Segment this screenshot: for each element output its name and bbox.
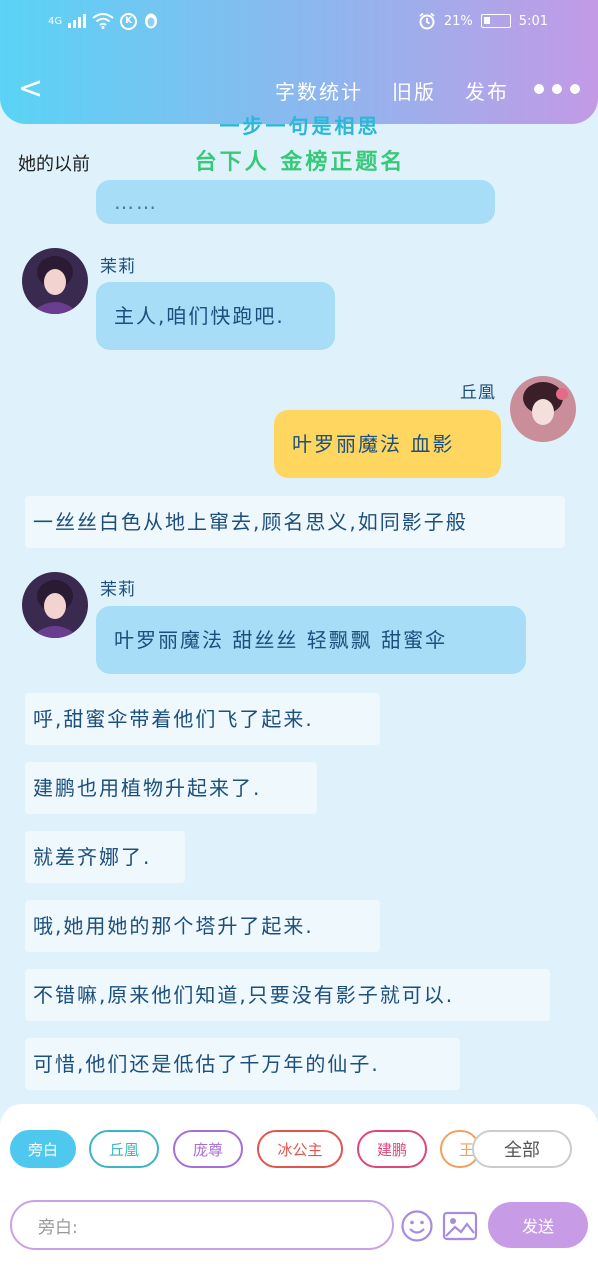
send-button[interactable]: 发送 xyxy=(488,1202,588,1248)
back-button[interactable]: < xyxy=(18,72,46,106)
alarm-icon xyxy=(419,12,435,30)
narration-line[interactable]: 呼,甜蜜伞带着他们飞了起来. xyxy=(25,693,380,745)
role-chip-qiuhuang[interactable]: 丘凰 xyxy=(89,1130,159,1168)
battery-percent: 21% xyxy=(443,13,473,29)
speaker-name: 茉莉 xyxy=(100,580,136,600)
narration-line[interactable]: 不错嘛,原来他们知道,只要没有影子就可以. xyxy=(25,969,550,1021)
battery-icon xyxy=(480,14,511,28)
speaker-name: 丘凰 xyxy=(460,383,496,403)
publish-button[interactable]: 发布 xyxy=(465,76,509,105)
role-chip-bing[interactable]: 冰公主 xyxy=(257,1130,343,1168)
narration-line[interactable]: 建鹏也用植物升起来了. xyxy=(25,762,317,814)
avatar-moli[interactable] xyxy=(22,248,88,314)
emoji-icon[interactable] xyxy=(400,1209,434,1243)
status-bar: 4G K 21% 5:01 xyxy=(0,8,598,38)
old-version-button[interactable]: 旧版 xyxy=(392,76,436,105)
all-roles-button[interactable]: 全部 xyxy=(472,1130,572,1168)
message-bubble[interactable]: 叶罗丽魔法 甜丝丝 轻飘飘 甜蜜伞 xyxy=(96,606,526,674)
more-menu-button[interactable] xyxy=(534,84,580,94)
narration-line[interactable]: 一丝丝白色从地上窜去,顾名思义,如同影子般 xyxy=(25,496,565,548)
avatar-qiuhuang[interactable] xyxy=(510,376,576,442)
message-bubble[interactable]: 叶罗丽魔法 血影 xyxy=(274,410,501,478)
watermark-line2: 台下人 金榜正题名 xyxy=(194,150,406,175)
signal-icon xyxy=(68,14,87,28)
narration-line[interactable]: 哦,她用她的那个塔升了起来. xyxy=(25,900,380,952)
image-icon[interactable] xyxy=(442,1211,478,1241)
narration-line[interactable]: 就差齐娜了. xyxy=(25,831,185,883)
status-left: 4G K xyxy=(48,12,159,30)
message-bubble[interactable]: 主人,咱们快跑吧. xyxy=(96,282,335,350)
role-chip-narrator[interactable]: 旁白 xyxy=(10,1130,76,1168)
role-chip-pangzun[interactable]: 庞尊 xyxy=(173,1130,243,1168)
word-count-button[interactable]: 字数统计 xyxy=(275,76,363,105)
watermark-line1: 一步一句是相思 xyxy=(219,114,381,138)
chapter-title: 她的以前 xyxy=(18,154,90,175)
role-chip-jianpeng[interactable]: 建鹏 xyxy=(357,1130,427,1168)
avatar-moli[interactable] xyxy=(22,572,88,638)
narration-line[interactable]: 可惜,他们还是低估了千万年的仙子. xyxy=(25,1038,460,1090)
clock: 5:01 xyxy=(518,13,548,29)
status-right: 21% 5:01 xyxy=(418,12,548,30)
wifi-icon xyxy=(92,13,114,29)
message-input[interactable]: 旁白: xyxy=(10,1200,394,1250)
qq-penguin-icon xyxy=(145,13,158,29)
cut-off-bubble[interactable]: …… xyxy=(96,180,495,224)
k-app-icon: K xyxy=(120,12,138,30)
carrier-label: 4G xyxy=(48,15,63,27)
speaker-name: 茉莉 xyxy=(100,257,136,277)
